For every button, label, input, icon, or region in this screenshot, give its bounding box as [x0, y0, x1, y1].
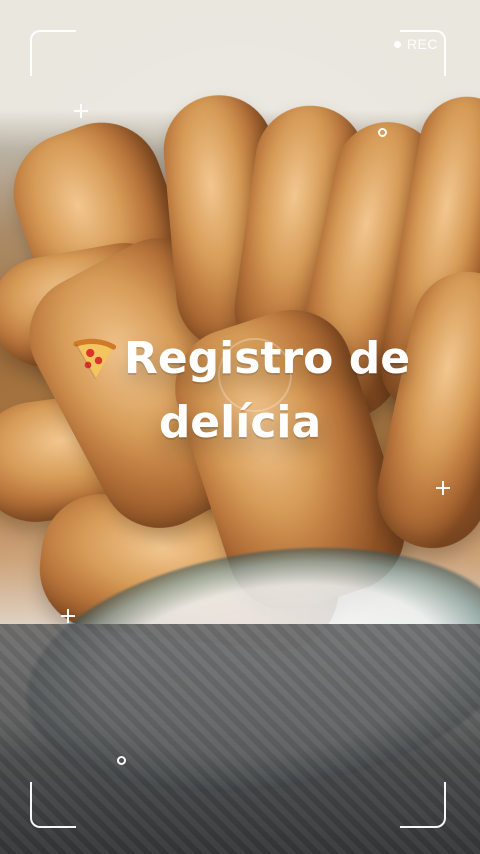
plus-icon — [436, 481, 450, 495]
title-line-1: Registro de — [70, 332, 410, 386]
camera-screen: REC Registro de delícia — [0, 0, 480, 854]
rec-indicator: REC — [393, 36, 438, 52]
frame-corner-top-left — [30, 30, 76, 76]
plus-icon — [74, 104, 88, 118]
frame-corner-bottom-right — [400, 782, 446, 828]
rec-dot-icon — [393, 40, 401, 48]
frame-corner-bottom-left — [30, 782, 76, 828]
rec-label: REC — [406, 36, 438, 52]
title-text-line-2: delícia — [158, 397, 322, 448]
plus-icon — [61, 609, 75, 623]
title-text-line-1: Registro de — [123, 333, 411, 384]
ring-icon — [117, 756, 126, 765]
pizza-icon — [73, 338, 117, 379]
ring-icon — [378, 128, 387, 137]
overlay-title: Registro de delícia — [0, 332, 480, 450]
